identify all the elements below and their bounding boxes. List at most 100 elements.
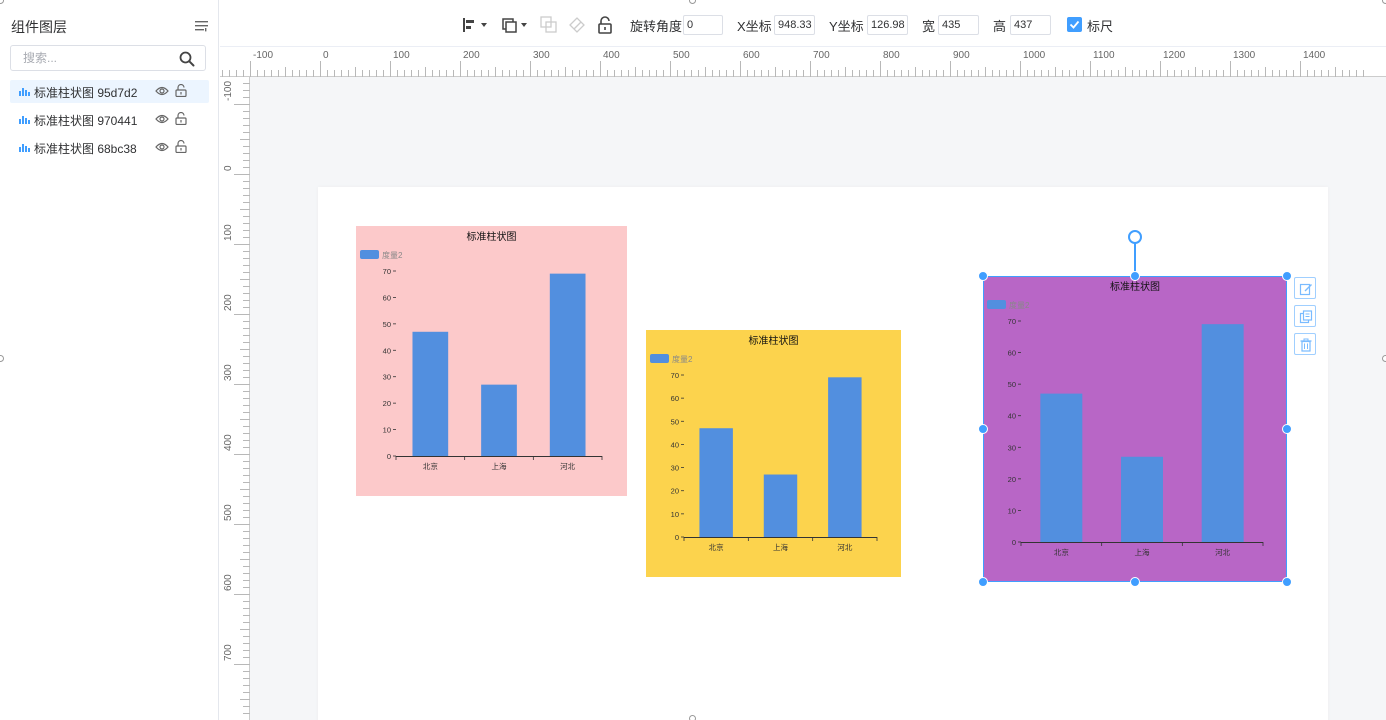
- y-tick-label: 70: [1008, 317, 1016, 326]
- edit-icon: [1299, 283, 1312, 296]
- ruler-label: 1000: [1023, 50, 1046, 61]
- width-input[interactable]: [938, 15, 979, 35]
- search-input[interactable]: [23, 49, 173, 67]
- canvas-area: 标准柱状图 度量2 0 10 20 30 40 50 60 70 北京 上海 河北 标准柱状图 度量2 0 1…: [250, 77, 1386, 720]
- resize-handle-bottom-right[interactable]: [1282, 577, 1292, 587]
- y-coordinate-input[interactable]: [867, 15, 908, 35]
- menu-icon[interactable]: [195, 20, 209, 32]
- ruler-checkbox[interactable]: [1067, 17, 1082, 32]
- y-tick-label: 20: [1008, 475, 1016, 484]
- rotation-label: 旋转角度: [630, 19, 683, 34]
- ruler-label: 200: [223, 294, 234, 311]
- vertical-ruler-ticks: -100 0 100 200 300 400 500 600 700: [223, 77, 250, 720]
- group-icon[interactable]: [540, 16, 558, 34]
- layer-item[interactable]: 标准柱状图 68bc38: [10, 136, 209, 159]
- bar[interactable]: [481, 384, 517, 456]
- bar[interactable]: [1201, 324, 1244, 542]
- bar[interactable]: [412, 331, 449, 456]
- trash-icon: [1300, 338, 1312, 352]
- resize-handle-top-left[interactable]: [978, 271, 988, 281]
- copy-button[interactable]: [1294, 305, 1316, 327]
- chart-title: 标准柱状图: [1110, 280, 1160, 293]
- search-icon[interactable]: [179, 51, 195, 67]
- resize-handle-top[interactable]: [1130, 271, 1140, 281]
- legend-swatch[interactable]: [360, 250, 379, 259]
- bar-chart-component-68bc38[interactable]: 标准柱状图 度量2 0 10 20 30 40 50 60 70 北京 上海 河北: [983, 276, 1287, 582]
- ruler-label: 1300: [1233, 50, 1256, 61]
- ruler-label: 200: [463, 50, 480, 61]
- check-icon: [1069, 20, 1080, 29]
- chart-title: 标准柱状图: [467, 230, 517, 243]
- y-tick-label: 70: [383, 267, 391, 276]
- align-dropdown-button[interactable]: [462, 16, 490, 34]
- rotation-input[interactable]: [683, 15, 723, 35]
- search-box: [10, 45, 206, 71]
- resize-handle-bottom[interactable]: [1130, 577, 1140, 587]
- ruler-label: 100: [223, 224, 234, 241]
- bar[interactable]: [828, 377, 862, 537]
- y-tick-label: 0: [1012, 538, 1016, 547]
- layer-label: 标准柱状图 68bc38: [34, 142, 137, 156]
- x-coordinate-input[interactable]: [774, 15, 815, 35]
- bar[interactable]: [763, 474, 798, 537]
- window-resize-dot[interactable]: [689, 715, 696, 720]
- y-tick-label: 20: [383, 399, 391, 408]
- delete-button[interactable]: [1294, 333, 1316, 355]
- legend-swatch[interactable]: [650, 354, 669, 363]
- ruler-label: 500: [673, 50, 690, 61]
- vertical-ruler: -100 0 100 200 300 400 500 600 700: [220, 77, 250, 720]
- layer-item[interactable]: 标准柱状图 970441: [10, 108, 209, 131]
- window-resize-dot[interactable]: [1382, 355, 1386, 362]
- ungroup-icon[interactable]: [568, 16, 586, 34]
- eye-icon[interactable]: [155, 113, 169, 125]
- rotate-handle[interactable]: [1128, 230, 1142, 244]
- bar[interactable]: [1040, 393, 1083, 542]
- layer-panel: 组件图层 标准柱状图 95d7d2 标准柱状图 970441 标准柱状图 68bc3…: [0, 0, 219, 720]
- legend-label[interactable]: 度量2: [1009, 300, 1030, 310]
- bar-chart-component-95d7d2[interactable]: 标准柱状图 度量2 0 10 20 30 40 50 60 70 北京 上海 河北: [356, 226, 627, 496]
- x-tick-label: 河北: [560, 462, 575, 471]
- legend-label[interactable]: 度量2: [672, 354, 693, 364]
- ruler-label: 500: [223, 504, 234, 521]
- y-tick-label: 30: [1008, 443, 1016, 452]
- y-tick-label: 30: [383, 373, 391, 382]
- legend-swatch[interactable]: [987, 300, 1006, 309]
- eye-icon[interactable]: [155, 85, 169, 97]
- resize-handle-left[interactable]: [978, 424, 988, 434]
- copy-icon: [1299, 310, 1313, 324]
- edit-button[interactable]: [1294, 277, 1316, 299]
- ruler-label: 1200: [1163, 50, 1186, 61]
- window-resize-dot[interactable]: [1382, 0, 1386, 4]
- height-input[interactable]: [1010, 15, 1051, 35]
- unlock-icon[interactable]: [175, 84, 187, 97]
- ruler-label: -100: [223, 81, 234, 101]
- resize-handle-top-right[interactable]: [1282, 271, 1292, 281]
- y-tick-label: 50: [671, 417, 679, 426]
- bar[interactable]: [549, 273, 586, 456]
- lock-icon[interactable]: [597, 16, 613, 34]
- x-coordinate-label: X坐标: [737, 19, 772, 34]
- bar-chart-icon: [19, 116, 30, 124]
- y-tick-label: 40: [671, 440, 679, 449]
- layer-order-dropdown-button[interactable]: [502, 16, 530, 34]
- ruler-label: 400: [223, 434, 234, 451]
- eye-icon[interactable]: [155, 141, 169, 153]
- ruler-label: 600: [743, 50, 760, 61]
- resize-handle-bottom-left[interactable]: [978, 577, 988, 587]
- ruler-label: 400: [603, 50, 620, 61]
- unlock-icon[interactable]: [175, 140, 187, 153]
- layer-list: 标准柱状图 95d7d2 标准柱状图 970441 标准柱状图 68bc38: [10, 80, 209, 164]
- y-tick-label: 70: [671, 371, 679, 380]
- bar[interactable]: [1121, 456, 1163, 542]
- resize-handle-right[interactable]: [1282, 424, 1292, 434]
- y-tick-label: 60: [1008, 349, 1016, 358]
- unlock-icon[interactable]: [175, 112, 187, 125]
- bar[interactable]: [699, 428, 733, 537]
- bar-chart-component-970441[interactable]: 标准柱状图 度量2 0 10 20 30 40 50 60 70 北京 上海 河北: [646, 330, 901, 577]
- legend-label[interactable]: 度量2: [382, 250, 403, 260]
- x-tick-label: 北京: [1054, 547, 1069, 557]
- x-tick-label: 北京: [709, 542, 724, 552]
- layer-item[interactable]: 标准柱状图 95d7d2: [10, 80, 209, 103]
- y-tick-label: 50: [383, 320, 391, 329]
- ruler-label: 700: [813, 50, 830, 61]
